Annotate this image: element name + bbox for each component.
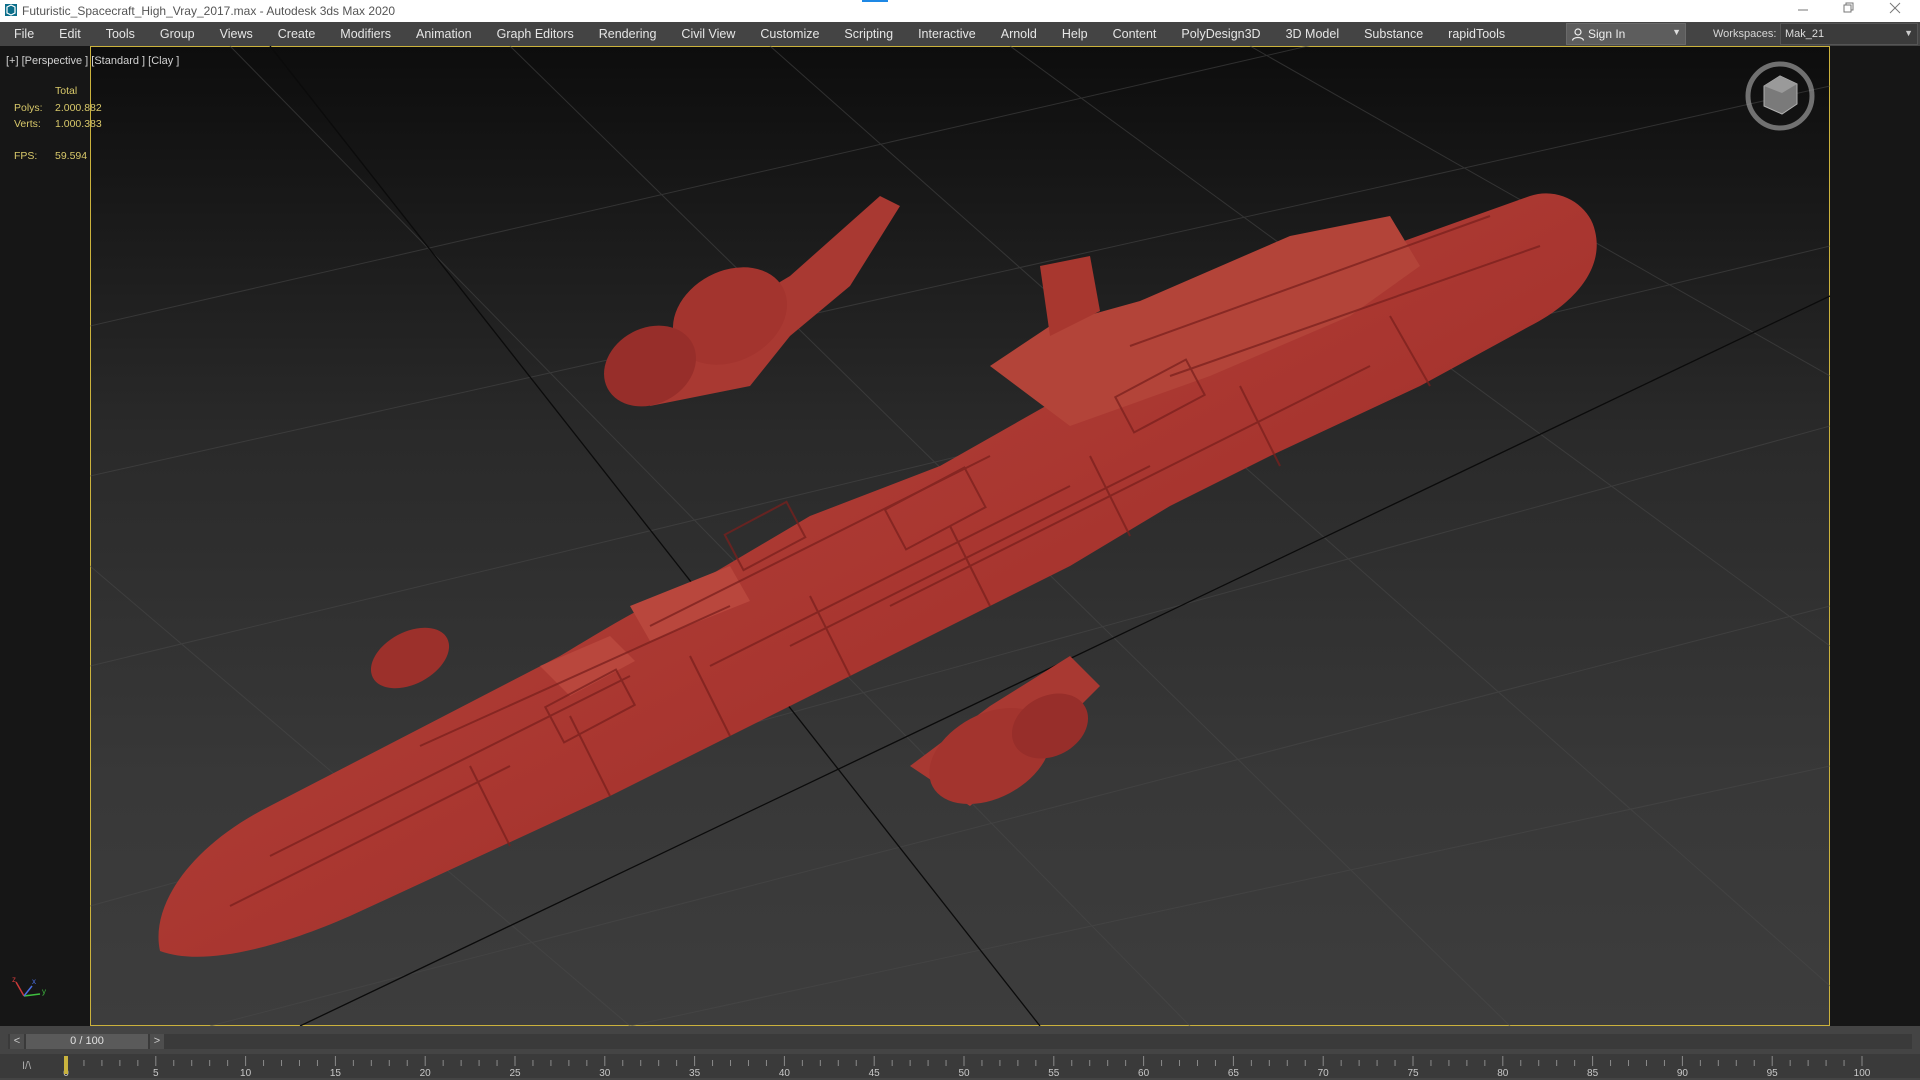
axis-x-label: x: [32, 977, 36, 986]
track-tick-label: 55: [1048, 1068, 1060, 1079]
menu-list: File Edit Tools Group Views Create Modif…: [14, 22, 1505, 46]
close-button[interactable]: [1872, 0, 1918, 22]
menu-rapidtools[interactable]: rapidTools: [1448, 27, 1505, 41]
title-bar: Futuristic_Spacecraft_High_Vray_2017.max…: [0, 0, 1920, 22]
menu-file[interactable]: File: [14, 27, 34, 41]
track-tick-label: 25: [509, 1068, 521, 1079]
track-tick-label: 30: [599, 1068, 611, 1079]
track-bar-ticks: [65, 1056, 1863, 1066]
viewcube-icon[interactable]: [1745, 61, 1815, 131]
stats-total-header: Total: [55, 85, 78, 97]
timeline-bar: < 0 / 100 > I/\ 051015202530354045505560…: [0, 1026, 1920, 1080]
menu-modifiers[interactable]: Modifiers: [340, 27, 391, 41]
menu-graph-editors[interactable]: Graph Editors: [497, 27, 574, 41]
stats-polys-label: Polys:: [14, 102, 43, 114]
menu-tools[interactable]: Tools: [106, 27, 135, 41]
menu-interactive[interactable]: Interactive: [918, 27, 976, 41]
track-tick-label: 75: [1407, 1068, 1419, 1079]
menu-create[interactable]: Create: [278, 27, 316, 41]
menu-views[interactable]: Views: [220, 27, 253, 41]
restore-icon: [1843, 2, 1854, 13]
user-icon: [1571, 28, 1585, 41]
menu-scripting[interactable]: Scripting: [844, 27, 893, 41]
track-tick-label: 40: [778, 1068, 790, 1079]
track-tick-label: 20: [419, 1068, 431, 1079]
stats-fps-value: 59.594: [55, 150, 88, 162]
chevron-down-icon: ▼: [1672, 27, 1681, 37]
menu-animation[interactable]: Animation: [416, 27, 472, 41]
menu-substance[interactable]: Substance: [1364, 27, 1423, 41]
menu-polydesign3d[interactable]: PolyDesign3D: [1181, 27, 1260, 41]
chevron-down-icon: ▼: [1904, 28, 1913, 38]
axis-gizmo-icon: z x y: [12, 975, 46, 997]
track-tick-label: 95: [1766, 1068, 1778, 1079]
track-tick-label: 45: [868, 1068, 880, 1079]
time-slider-thumb[interactable]: 0 / 100: [26, 1034, 148, 1049]
workspace-select[interactable]: Mak_21 ▼: [1780, 23, 1918, 45]
spacecraft-model[interactable]: [158, 193, 1597, 957]
menu-3d-model[interactable]: 3D Model: [1286, 27, 1340, 41]
time-slider-next-button[interactable]: >: [150, 1034, 164, 1049]
menu-help[interactable]: Help: [1062, 27, 1088, 41]
track-tick-label: 35: [689, 1068, 701, 1079]
sign-in-label: Sign In: [1588, 27, 1626, 41]
workspace-value: Mak_21: [1785, 28, 1825, 40]
viewport-scene[interactable]: [90, 46, 1830, 1026]
time-slider-track[interactable]: [8, 1034, 1912, 1049]
track-tick-label: 15: [329, 1068, 341, 1079]
menu-content[interactable]: Content: [1113, 27, 1157, 41]
menu-group[interactable]: Group: [160, 27, 195, 41]
stats-verts-value: 1.000.383: [55, 118, 102, 130]
track-tick-label: 10: [240, 1068, 252, 1079]
stats-fps-label: FPS:: [14, 150, 38, 162]
track-tick-label: 5: [153, 1068, 159, 1079]
key-mode-label: I/\: [22, 1060, 32, 1072]
minimize-button[interactable]: [1780, 0, 1826, 22]
close-icon: [1889, 2, 1901, 14]
track-tick-label: 50: [958, 1068, 970, 1079]
current-frame-marker[interactable]: [64, 1056, 68, 1074]
track-tick-label: 70: [1317, 1068, 1329, 1079]
menu-arnold[interactable]: Arnold: [1001, 27, 1037, 41]
right-panel: [1830, 46, 1920, 1026]
menu-rendering[interactable]: Rendering: [599, 27, 657, 41]
axis-z-label: z: [12, 975, 16, 984]
window-title: Futuristic_Spacecraft_High_Vray_2017.max…: [22, 4, 396, 18]
menu-civil-view[interactable]: Civil View: [681, 27, 735, 41]
title-accent-strip: [862, 0, 888, 2]
left-panel: [0, 46, 90, 1026]
sign-in-dropdown[interactable]: Sign In ▼: [1566, 23, 1686, 45]
viewport-label[interactable]: [+] [Perspective ] [Standard ] [Clay ]: [6, 55, 179, 67]
stats-polys-value: 2.000.882: [55, 102, 102, 114]
track-tick-label: 60: [1138, 1068, 1150, 1079]
workspaces-label: Workspaces:: [1713, 28, 1777, 40]
track-tick-label: 80: [1497, 1068, 1509, 1079]
restore-button[interactable]: [1826, 0, 1872, 22]
track-tick-label: 85: [1587, 1068, 1599, 1079]
3dsmax-app-icon[interactable]: [4, 3, 18, 17]
key-mode-toggle[interactable]: I/\: [0, 1054, 62, 1078]
track-tick-label: 65: [1227, 1068, 1239, 1079]
track-tick-label: 100: [1853, 1068, 1871, 1079]
axis-y-label: y: [42, 987, 46, 996]
menu-edit[interactable]: Edit: [59, 27, 81, 41]
track-tick-label: 90: [1676, 1068, 1688, 1079]
menu-bar: File Edit Tools Group Views Create Modif…: [0, 22, 1920, 46]
stats-verts-label: Verts:: [14, 118, 41, 130]
menu-customize[interactable]: Customize: [760, 27, 819, 41]
minimize-icon: [1798, 9, 1808, 11]
time-slider-prev-button[interactable]: <: [10, 1034, 24, 1049]
